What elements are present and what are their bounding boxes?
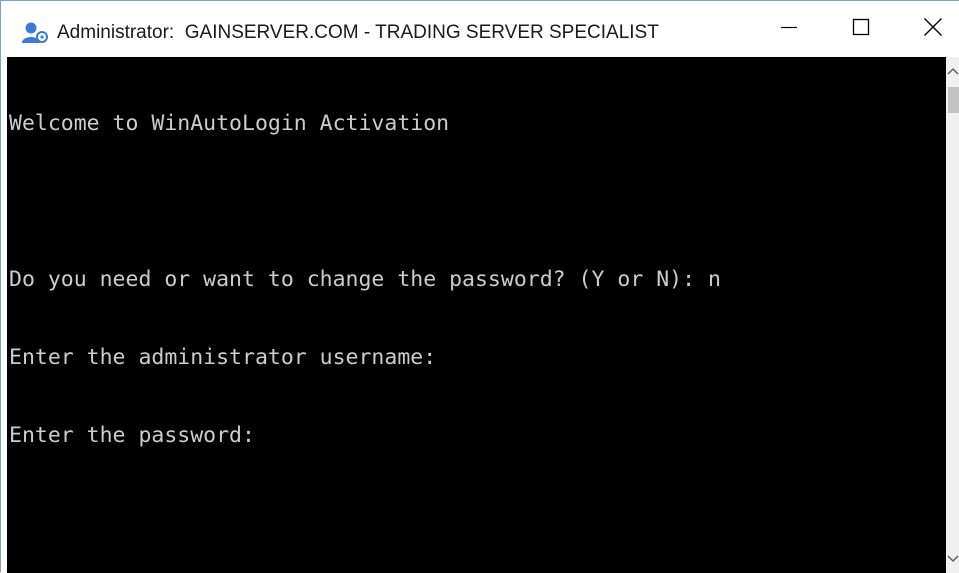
console-line: Welcome to WinAutoLogin Activation bbox=[9, 111, 450, 136]
maximize-icon bbox=[852, 18, 870, 41]
scroll-thumb[interactable] bbox=[948, 87, 959, 113]
maximize-button[interactable] bbox=[825, 1, 897, 57]
minimize-button[interactable] bbox=[753, 1, 825, 57]
console-text-area: Welcome to WinAutoLogin Activation Do yo… bbox=[9, 59, 721, 501]
window-title: Administrator: GAINSERVER.COM - TRADING … bbox=[57, 22, 659, 43]
console-output[interactable]: Welcome to WinAutoLogin Activation Do yo… bbox=[7, 57, 946, 573]
user-settings-icon bbox=[21, 21, 49, 45]
console-line: Do you need or want to change the passwo… bbox=[9, 267, 721, 292]
console-prompt-line[interactable]: Enter the password: bbox=[9, 423, 721, 449]
chevron-up-icon bbox=[947, 63, 959, 81]
console-window: Administrator: GAINSERVER.COM - TRADING … bbox=[0, 0, 959, 573]
scroll-down-button[interactable] bbox=[946, 549, 959, 571]
title-bar[interactable]: Administrator: GAINSERVER.COM - TRADING … bbox=[1, 1, 959, 57]
minimize-icon bbox=[780, 18, 798, 41]
console-line: Enter the administrator username: bbox=[9, 345, 437, 370]
scroll-up-button[interactable] bbox=[946, 61, 959, 83]
close-icon bbox=[923, 17, 943, 42]
chevron-down-icon bbox=[947, 551, 959, 569]
vertical-scrollbar[interactable] bbox=[946, 57, 959, 573]
close-button[interactable] bbox=[897, 1, 959, 57]
